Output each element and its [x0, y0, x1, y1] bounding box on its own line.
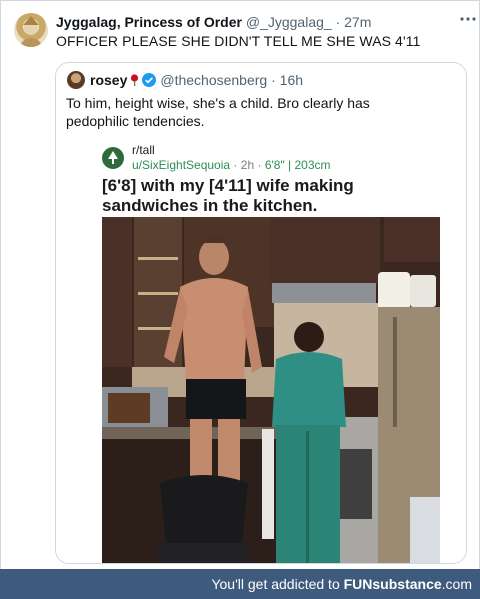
more-options-icon[interactable] — [458, 12, 478, 26]
tweet-header: Jyggalag, Princess of Order @_Jyggalag_ … — [56, 14, 371, 30]
reddit-post-meta: u/SixEightSequoia · 2h · 6'8" | 203cm — [132, 158, 331, 172]
watermark-suffix: .com — [441, 576, 472, 592]
kitchen-photo[interactable] — [102, 217, 440, 563]
quote-author-name[interactable]: rosey — [90, 72, 127, 88]
quote-author-handle[interactable]: @thechosenberg — [160, 72, 267, 88]
reddit-time: 2h — [240, 158, 255, 172]
quote-separator: · — [271, 72, 276, 88]
author-handle[interactable]: @_Jyggalag_ — [246, 14, 332, 30]
tweet-text: OFFICER PLEASE SHE DIDN'T TELL ME SHE WA… — [56, 33, 421, 49]
subreddit-icon[interactable] — [102, 147, 124, 169]
reddit-separator-2: · — [257, 158, 262, 172]
watermark-text: You'll get addicted to FUNsubstance.com — [211, 576, 472, 592]
verified-badge-icon — [142, 73, 157, 87]
quoted-tweet[interactable]: rosey @thechosenberg · 16h To him, heigh… — [55, 62, 467, 564]
reddit-post-title: [6'8] with my [4'11] wife making sandwic… — [102, 176, 354, 215]
quote-time[interactable]: 16h — [280, 72, 303, 88]
author-name[interactable]: Jyggalag, Princess of Order — [56, 14, 242, 30]
watermark-banner: You'll get addicted to FUNsubstance.com — [0, 569, 480, 599]
watermark-brand: FUNsubstance — [343, 576, 442, 592]
tweet-time[interactable]: 27m — [344, 14, 371, 30]
kitchen-scene-image — [102, 217, 440, 563]
quote-text: To him, height wise, she's a child. Bro … — [66, 95, 370, 129]
meta-separator: · — [335, 14, 341, 30]
subreddit-name[interactable]: r/tall — [132, 143, 155, 157]
reddit-username[interactable]: u/SixEightSequoia — [132, 158, 230, 172]
reddit-separator: · — [233, 158, 238, 172]
avatar-figure-icon — [20, 16, 42, 47]
tree-icon — [108, 151, 118, 164]
quote-author-avatar[interactable] — [67, 71, 85, 89]
user-flair: 6'8" | 203cm — [264, 158, 331, 172]
rose-icon — [131, 74, 139, 86]
watermark-prefix: You'll get addicted to — [211, 576, 344, 592]
author-avatar[interactable] — [14, 13, 48, 47]
quote-header: rosey @thechosenberg · 16h — [90, 72, 303, 88]
